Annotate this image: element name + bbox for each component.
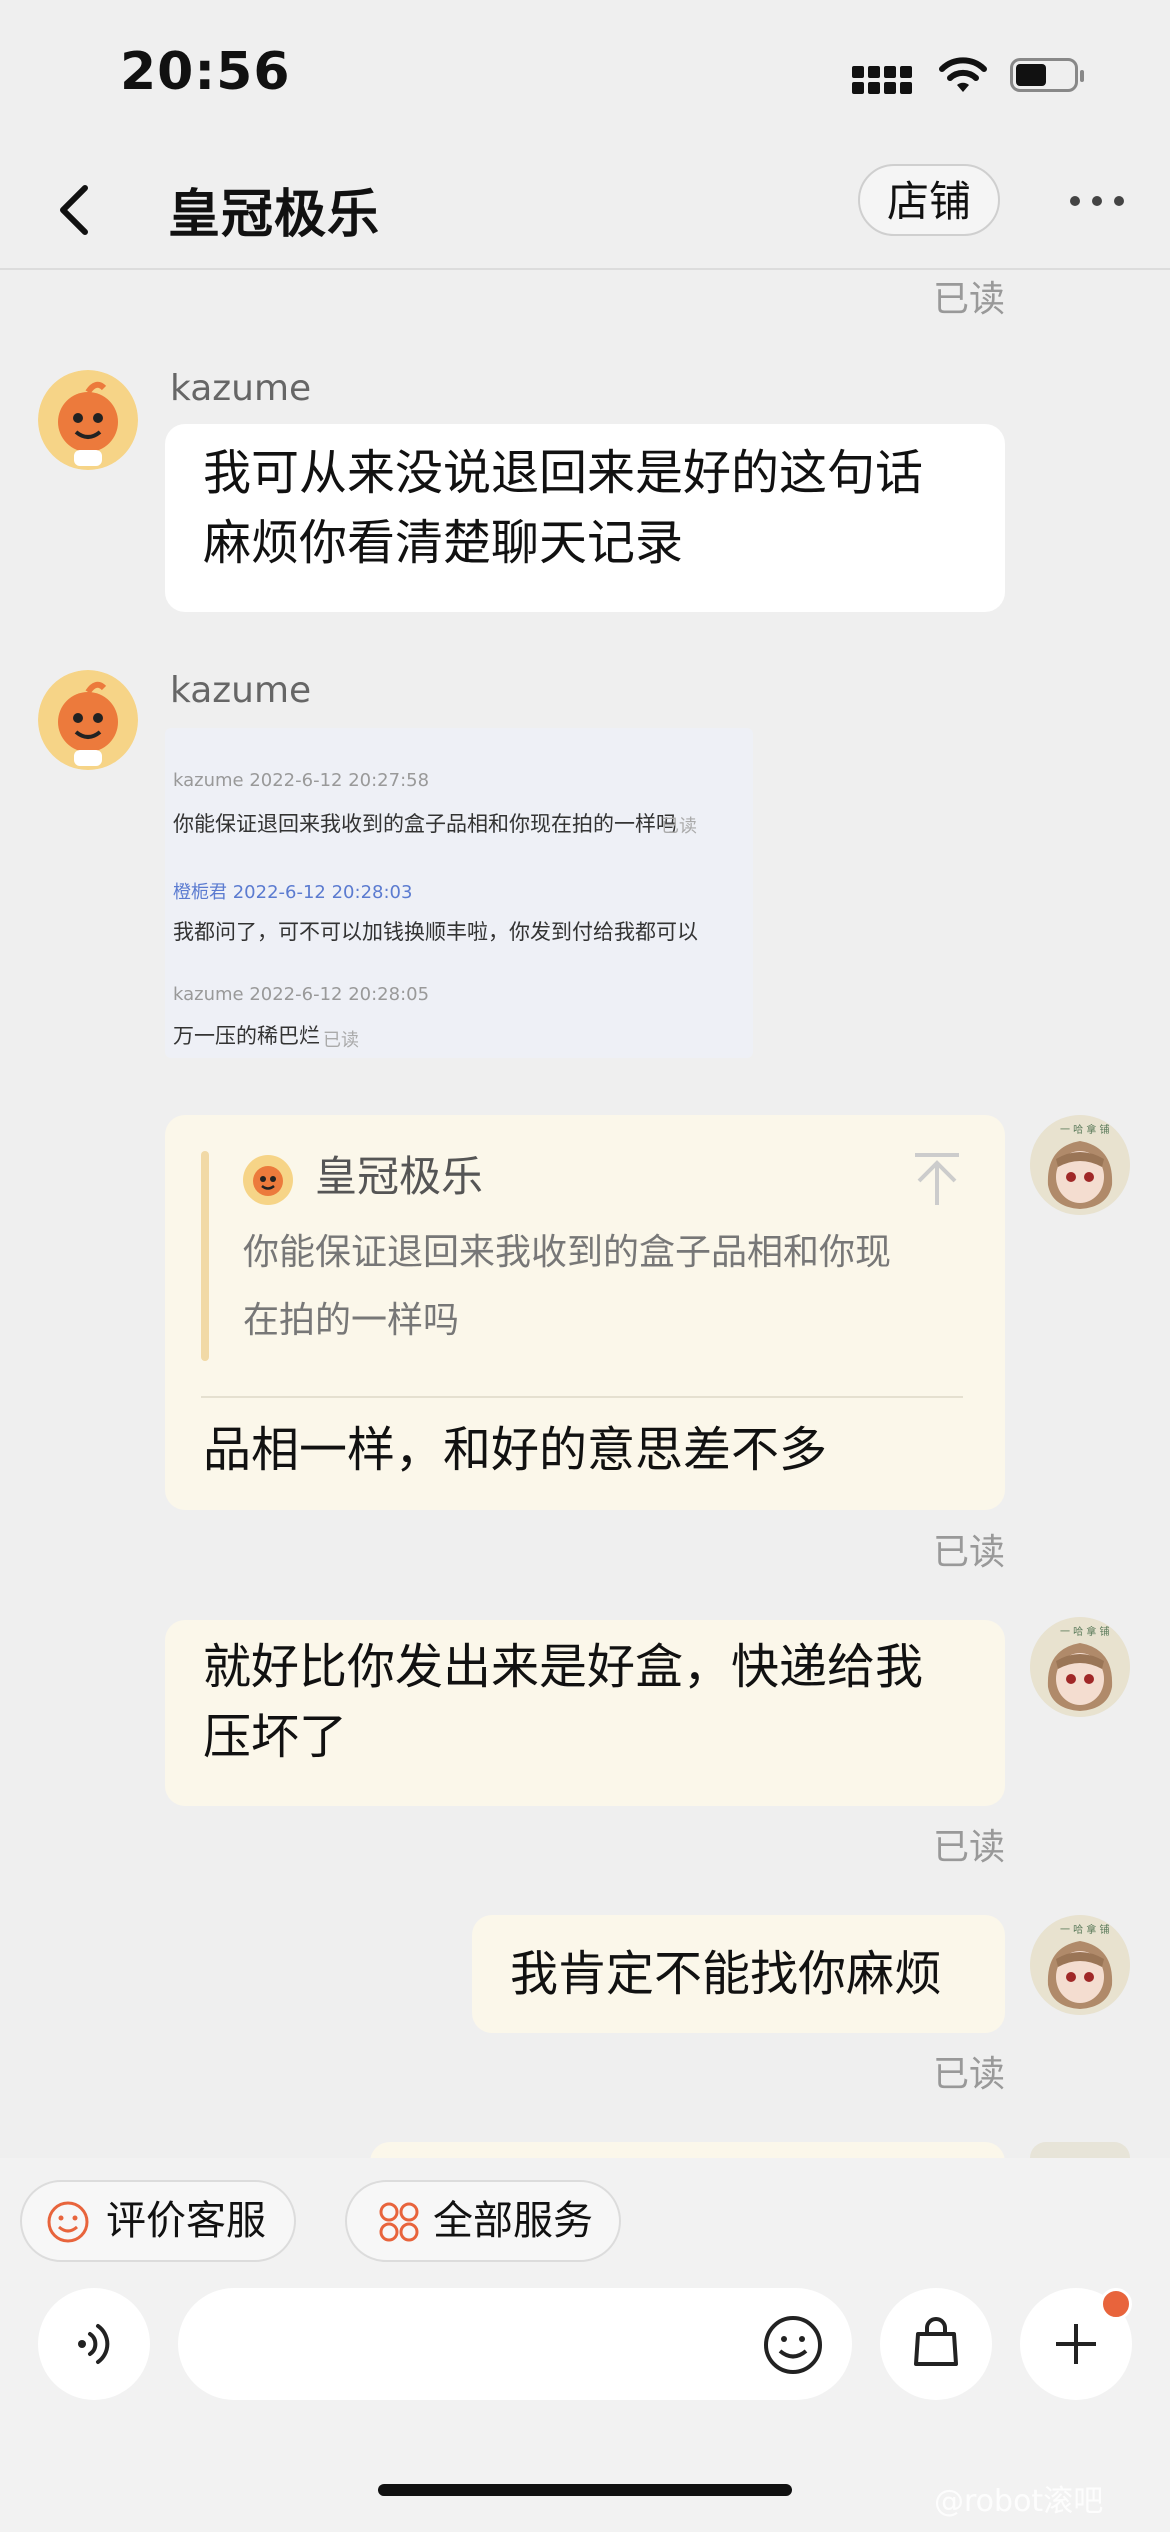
read-receipt: 已读 [932, 279, 1005, 320]
rate-service-button[interactable]: 评价客服 [20, 2180, 296, 2262]
emoji-icon[interactable] [762, 2314, 824, 2376]
notification-dot [1100, 2288, 1132, 2320]
screenshot-meta: kazume 2022-6-12 20:27:58 [173, 770, 430, 791]
sender-name: kazume [170, 670, 312, 711]
voice-button[interactable] [38, 2288, 150, 2400]
message-text: 就好比你发出来是好盒，快递给我 [203, 1639, 924, 1695]
quote-reply-bubble[interactable]: 皇冠极乐 你能保证退回来我收到的盒子品相和你现 在拍的一样吗 品相一样，和好的意… [165, 1115, 1005, 1510]
svg-text:一 哈 拿 铺: 一 哈 拿 铺 [1060, 1625, 1110, 1638]
screenshot-text: 万一压的稀巴烂 [173, 1024, 320, 1048]
voice-icon [78, 2324, 110, 2364]
user-avatar[interactable]: 一 哈 拿 铺 [1030, 1617, 1130, 1717]
grid-services-icon [379, 2202, 419, 2242]
mascot-icon [38, 370, 138, 470]
plus-more-button[interactable] [1020, 2288, 1132, 2400]
quoted-sender: 皇冠极乐 [315, 1152, 484, 1201]
quoted-text: 你能保证退回来我收到的盒子品相和你现 在拍的一样吗 [243, 1232, 892, 1341]
message-bubble[interactable]: 我可从来没说退回来是好的这句话 麻烦你看清楚聊天记录 [165, 424, 1005, 612]
more-options-icon[interactable] [1070, 196, 1124, 208]
smiley-icon [47, 2201, 89, 2243]
sender-name: kazume [170, 368, 312, 409]
message-text: 品相一样，和好的意思差不多 [203, 1422, 828, 1478]
plus-icon [1056, 2324, 1096, 2364]
svg-text:一 哈 拿 铺: 一 哈 拿 铺 [1060, 1923, 1110, 1936]
message-bubble[interactable]: 我肯定不能找你麻烦 [472, 1915, 1005, 2033]
shop-avatar[interactable] [38, 670, 138, 770]
chat-screenshot-image[interactable]: kazume 2022-6-12 20:27:58 你能保证退回来我收到的盒子品… [165, 728, 753, 1058]
quote-divider [201, 1396, 963, 1398]
shop-avatar[interactable] [38, 370, 138, 470]
status-time: 20:56 [120, 42, 291, 102]
status-bar: 20:56 [0, 0, 1170, 150]
quoted-shop-avatar-icon [243, 1155, 293, 1205]
screenshot-read: 已读 [661, 816, 697, 837]
message-text: 我可从来没说退回来是好的这句话 [203, 445, 924, 501]
user-avatar[interactable]: 一 哈 拿 铺 [1030, 1915, 1130, 2015]
anime-girl-avatar-icon: 一 哈 拿 铺 [1030, 1617, 1130, 1717]
screenshot-text: 你能保证退回来我收到的盒子品相和你现在拍的一样吗 [173, 812, 677, 836]
message-text: 压坏了 [203, 1709, 348, 1765]
read-receipt: 已读 [932, 1827, 1005, 1868]
message-text: 麻烦你看清楚聊天记录 [203, 515, 684, 571]
watermark: @robot滚吧 [934, 2484, 1104, 2519]
message-text: 我肯定不能找你麻烦 [510, 1946, 943, 2002]
battery-icon [1010, 58, 1084, 94]
screenshot-meta: 橙栀君 2022-6-12 20:28:03 [173, 882, 413, 903]
cellular-signal-icon [852, 58, 914, 98]
shopping-bag-icon [914, 2317, 958, 2366]
screenshot-meta: kazume 2022-6-12 20:28:05 [173, 984, 430, 1005]
message-input[interactable] [178, 2288, 852, 2400]
jump-to-quote-icon[interactable] [911, 1151, 963, 1207]
svg-text:一 哈 拿 铺: 一 哈 拿 铺 [1060, 1123, 1110, 1136]
quote-bar [201, 1151, 209, 1361]
screenshot-text: 我都问了，可不可以加钱换顺丰啦，你发到付给我都可以 [173, 920, 698, 944]
read-receipt: 已读 [932, 2054, 1005, 2095]
chat-header: 皇冠极乐 店铺 [0, 150, 1170, 270]
all-services-button[interactable]: 全部服务 [345, 2180, 621, 2262]
wifi-icon [939, 57, 987, 92]
home-indicator [378, 2484, 792, 2496]
back-arrow-icon[interactable] [55, 180, 95, 240]
anime-girl-avatar-icon: 一 哈 拿 铺 [1030, 1915, 1130, 2015]
user-avatar-partial [1030, 2142, 1130, 2158]
mascot-icon [38, 670, 138, 770]
anime-girl-avatar-icon: 一 哈 拿 铺 [1030, 1115, 1130, 1215]
screenshot-read: 已读 [323, 1030, 359, 1051]
shop-button[interactable]: 店铺 [858, 164, 1000, 236]
rate-service-label: 评价客服 [106, 2198, 266, 2244]
user-avatar[interactable]: 一 哈 拿 铺 [1030, 1115, 1130, 1215]
message-bubble[interactable]: 就好比你发出来是好盒，快递给我 压坏了 [165, 1620, 1005, 1806]
chat-input-area: 评价客服 全部服务 @robot滚吧 [0, 2158, 1170, 2532]
shopping-bag-button[interactable] [880, 2288, 992, 2400]
chat-title: 皇冠极乐 [168, 185, 381, 245]
read-receipt: 已读 [932, 1532, 1005, 1573]
all-services-label: 全部服务 [433, 2198, 593, 2244]
